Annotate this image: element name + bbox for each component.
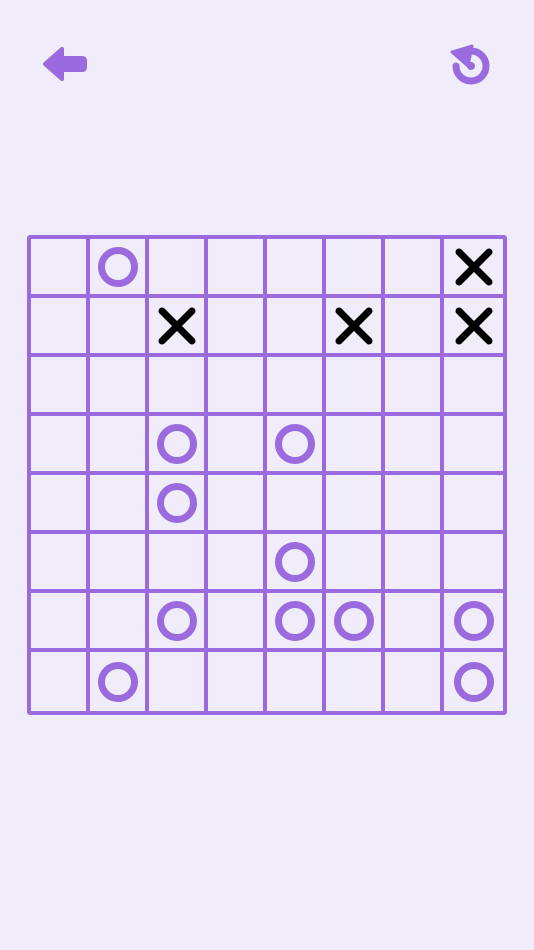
board-cell[interactable]: [208, 416, 267, 475]
board-cell[interactable]: [385, 534, 444, 593]
board-cell[interactable]: [90, 357, 149, 416]
board-cell[interactable]: [208, 239, 267, 298]
board-cell[interactable]: [385, 239, 444, 298]
board-cell[interactable]: [267, 298, 326, 357]
x-mark: [158, 307, 195, 344]
board-cell[interactable]: [444, 416, 503, 475]
board-cell[interactable]: [326, 357, 385, 416]
o-mark: [156, 423, 197, 464]
o-mark: [97, 246, 138, 287]
x-mark: [335, 307, 372, 344]
board-cell[interactable]: [208, 593, 267, 652]
board-cell[interactable]: [90, 475, 149, 534]
o-mark: [274, 541, 315, 582]
board-cell[interactable]: [90, 239, 149, 298]
board-cell[interactable]: [149, 475, 208, 534]
board-cell[interactable]: [444, 475, 503, 534]
board-cell[interactable]: [326, 239, 385, 298]
board-cell[interactable]: [90, 652, 149, 711]
o-mark: [274, 600, 315, 641]
restart-icon: [450, 44, 490, 85]
back-button[interactable]: [36, 36, 92, 92]
o-mark: [156, 600, 197, 641]
board-cell[interactable]: [326, 593, 385, 652]
board-cell[interactable]: [31, 534, 90, 593]
board-cell[interactable]: [326, 298, 385, 357]
board-cell[interactable]: [208, 357, 267, 416]
board-cell[interactable]: [385, 298, 444, 357]
board-cell[interactable]: [208, 534, 267, 593]
board-cell[interactable]: [149, 357, 208, 416]
board-cell[interactable]: [385, 357, 444, 416]
board-cell[interactable]: [267, 652, 326, 711]
board-cell[interactable]: [208, 652, 267, 711]
board-cell[interactable]: [149, 239, 208, 298]
board-cell[interactable]: [149, 416, 208, 475]
board-cell[interactable]: [444, 593, 503, 652]
board-cell[interactable]: [31, 652, 90, 711]
board-cell[interactable]: [326, 475, 385, 534]
board-cell[interactable]: [444, 298, 503, 357]
board-cell[interactable]: [444, 239, 503, 298]
board-cell[interactable]: [31, 593, 90, 652]
board-cell[interactable]: [149, 534, 208, 593]
board-cell[interactable]: [385, 652, 444, 711]
arrow-left-icon: [43, 47, 87, 81]
o-mark: [453, 661, 494, 702]
board-cell[interactable]: [326, 416, 385, 475]
board-cell[interactable]: [90, 534, 149, 593]
o-mark: [333, 600, 374, 641]
board-cell[interactable]: [31, 475, 90, 534]
board-cell[interactable]: [385, 416, 444, 475]
board-cell[interactable]: [267, 593, 326, 652]
board-cell[interactable]: [31, 357, 90, 416]
board-cell[interactable]: [326, 652, 385, 711]
board-cell[interactable]: [149, 652, 208, 711]
board-cell[interactable]: [31, 298, 90, 357]
board-cell[interactable]: [267, 357, 326, 416]
board-cell[interactable]: [385, 475, 444, 534]
board-cell[interactable]: [149, 298, 208, 357]
board-cell[interactable]: [267, 416, 326, 475]
o-mark: [453, 600, 494, 641]
game-board: [27, 235, 507, 715]
board-cell[interactable]: [90, 416, 149, 475]
board-cell[interactable]: [208, 475, 267, 534]
o-mark: [97, 661, 138, 702]
board-cell[interactable]: [149, 593, 208, 652]
board-cell[interactable]: [31, 416, 90, 475]
board-cell[interactable]: [267, 475, 326, 534]
board-cell[interactable]: [444, 357, 503, 416]
x-mark: [455, 248, 492, 285]
restart-button[interactable]: [442, 38, 498, 94]
board-cell[interactable]: [208, 298, 267, 357]
o-mark: [156, 482, 197, 523]
board-cell[interactable]: [326, 534, 385, 593]
board-cell[interactable]: [444, 652, 503, 711]
board-cell[interactable]: [267, 534, 326, 593]
board-cell[interactable]: [90, 593, 149, 652]
board-cell[interactable]: [385, 593, 444, 652]
o-mark: [274, 423, 315, 464]
board-cell[interactable]: [267, 239, 326, 298]
x-mark: [455, 307, 492, 344]
board-cell[interactable]: [31, 239, 90, 298]
board-cell[interactable]: [444, 534, 503, 593]
board-cell[interactable]: [90, 298, 149, 357]
